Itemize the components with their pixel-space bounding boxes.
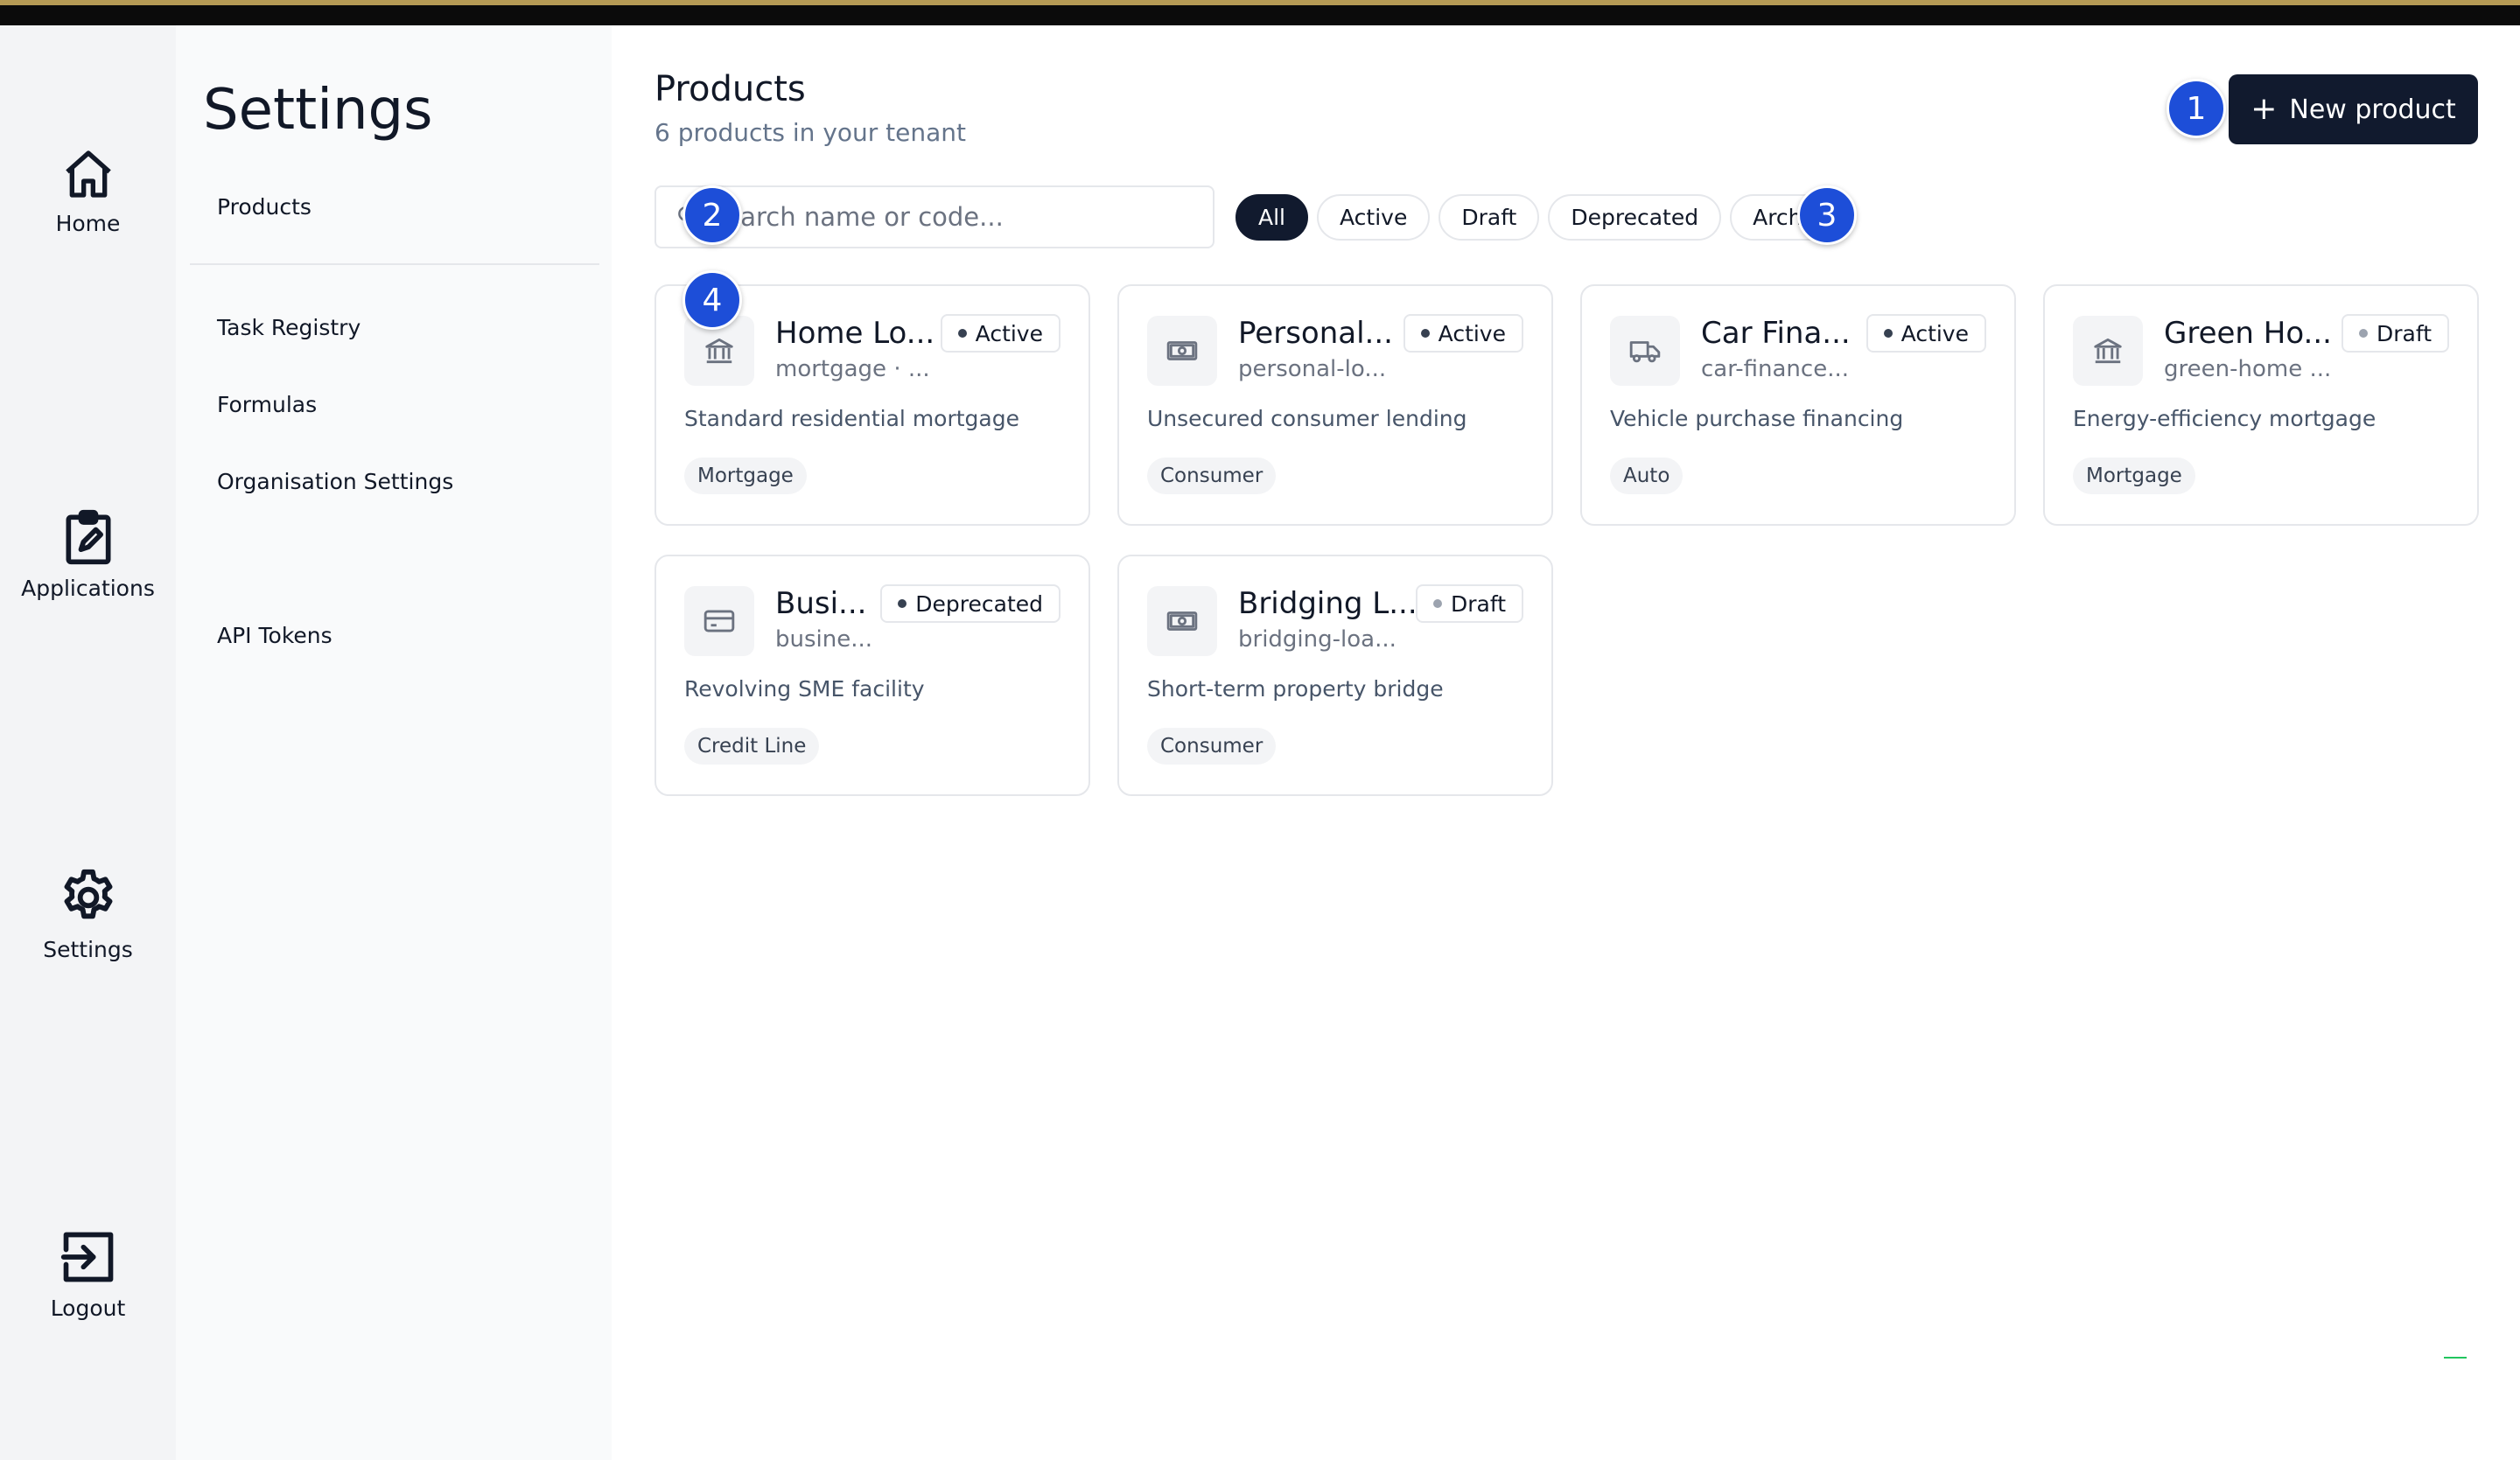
- rail-label-applications: Applications: [21, 576, 155, 601]
- marker-3: 3: [1797, 185, 1857, 245]
- status-dot: [898, 599, 907, 608]
- top-bar: [0, 0, 2520, 25]
- status-badge: Draft: [2341, 314, 2449, 353]
- banknote-icon: [1147, 586, 1217, 656]
- status-label: Draft: [2376, 320, 2432, 346]
- settings-nav-api-tokens[interactable]: API Tokens: [217, 623, 332, 648]
- rail-label-home: Home: [55, 211, 121, 236]
- page-subtitle: 6 products in your tenant: [654, 118, 967, 147]
- product-name: Home Lo...: [775, 316, 935, 351]
- product-tag: Mortgage: [2073, 458, 2195, 494]
- clipboard-edit-icon: [0, 507, 176, 567]
- rail-item-settings[interactable]: Settings: [0, 867, 176, 962]
- product-tag: Mortgage: [684, 458, 807, 494]
- product-code: personal-lo...: [1238, 356, 1387, 382]
- new-product-label: New product: [2289, 94, 2456, 125]
- rail-item-applications[interactable]: Applications: [0, 507, 176, 601]
- filter-active[interactable]: Active: [1317, 194, 1431, 241]
- status-filter-group: All Active Draft Deprecated Archiv: [1236, 194, 1844, 241]
- product-tag: Credit Line: [684, 728, 820, 765]
- bank-icon: [2073, 316, 2143, 386]
- marker-4: 4: [682, 270, 742, 330]
- filter-draft[interactable]: Draft: [1438, 194, 1540, 241]
- status-badge: Draft: [1415, 584, 1523, 623]
- product-name: Bridging L...: [1238, 586, 1418, 621]
- product-tag: Consumer: [1147, 458, 1277, 494]
- rail-label-settings: Settings: [43, 937, 133, 962]
- settings-nav-formulas[interactable]: Formulas: [217, 392, 317, 417]
- product-code: mortgage · ...: [775, 356, 930, 382]
- product-card[interactable]: Busi... busine... Deprecated Revolving S…: [654, 555, 1090, 796]
- product-description: Short-term property bridge: [1147, 676, 1444, 702]
- status-label: Draft: [1450, 590, 1506, 617]
- rail-item-logout[interactable]: Logout: [0, 1227, 176, 1321]
- status-dot: [957, 329, 967, 338]
- page-title: Products: [654, 69, 806, 109]
- search-input[interactable]: [709, 202, 1199, 232]
- gear-icon: [0, 867, 176, 928]
- rail-label-logout: Logout: [50, 1296, 126, 1321]
- product-name: Busi...: [775, 586, 867, 621]
- filter-deprecated[interactable]: Deprecated: [1548, 194, 1722, 241]
- plus-icon: +: [2250, 91, 2278, 127]
- product-tag: Auto: [1610, 458, 1684, 494]
- filter-all[interactable]: All: [1236, 194, 1308, 241]
- product-name: Green Ho...: [2164, 316, 2332, 351]
- credit-card-icon: [684, 586, 754, 656]
- banknote-icon: [1147, 316, 1217, 386]
- product-description: Standard residential mortgage: [684, 406, 1019, 431]
- logout-icon: [0, 1227, 176, 1287]
- product-code: busine...: [775, 626, 873, 653]
- product-card[interactable]: Car Fina... car-finance... Active Vehicl…: [1580, 284, 2016, 526]
- status-dot: [1420, 329, 1430, 338]
- product-tag: Consumer: [1147, 728, 1277, 765]
- marker-1: 1: [2166, 79, 2226, 138]
- corner-indicator: [2444, 1357, 2467, 1359]
- status-dot: [1432, 599, 1442, 608]
- new-product-button[interactable]: + New product: [2229, 74, 2478, 144]
- product-description: Energy-efficiency mortgage: [2073, 406, 2376, 431]
- rail-item-home[interactable]: Home: [0, 146, 176, 236]
- status-badge: Deprecated: [880, 584, 1060, 623]
- product-card[interactable]: Green Ho... green-home ... Draft Energy-…: [2043, 284, 2479, 526]
- settings-nav-divider: [190, 263, 599, 265]
- status-dot: [1883, 329, 1893, 338]
- status-label: Active: [975, 320, 1043, 346]
- settings-nav: Settings Products Task Registry Formulas…: [176, 25, 612, 1460]
- product-description: Revolving SME facility: [684, 676, 925, 702]
- app-rail: Home Applications Settings Logout: [0, 25, 176, 1460]
- product-description: Vehicle purchase financing: [1610, 406, 1904, 431]
- settings-nav-products[interactable]: Products: [217, 194, 312, 220]
- status-badge: Active: [1403, 314, 1523, 353]
- status-badge: Active: [940, 314, 1060, 353]
- product-card[interactable]: Personal... personal-lo... Active Unsecu…: [1117, 284, 1553, 526]
- settings-nav-organisation-settings[interactable]: Organisation Settings: [217, 469, 453, 494]
- status-label: Deprecated: [915, 590, 1043, 617]
- status-badge: Active: [1866, 314, 1986, 353]
- truck-icon: [1610, 316, 1680, 386]
- home-icon: [0, 146, 176, 202]
- product-code: car-finance...: [1701, 356, 1849, 382]
- product-description: Unsecured consumer lending: [1147, 406, 1467, 431]
- settings-nav-task-registry[interactable]: Task Registry: [217, 315, 360, 340]
- product-name: Car Fina...: [1701, 316, 1851, 351]
- product-code: bridging-loa...: [1238, 626, 1396, 653]
- status-dot: [2358, 329, 2368, 338]
- product-name: Personal...: [1238, 316, 1393, 351]
- products-page: Products 6 products in your tenant + New…: [612, 25, 2520, 1460]
- product-card[interactable]: Bridging L... bridging-loa... Draft Shor…: [1117, 555, 1553, 796]
- settings-title: Settings: [203, 78, 433, 143]
- marker-2: 2: [682, 185, 742, 245]
- product-code: green-home ...: [2164, 356, 2332, 382]
- status-label: Active: [1900, 320, 1969, 346]
- status-label: Active: [1438, 320, 1506, 346]
